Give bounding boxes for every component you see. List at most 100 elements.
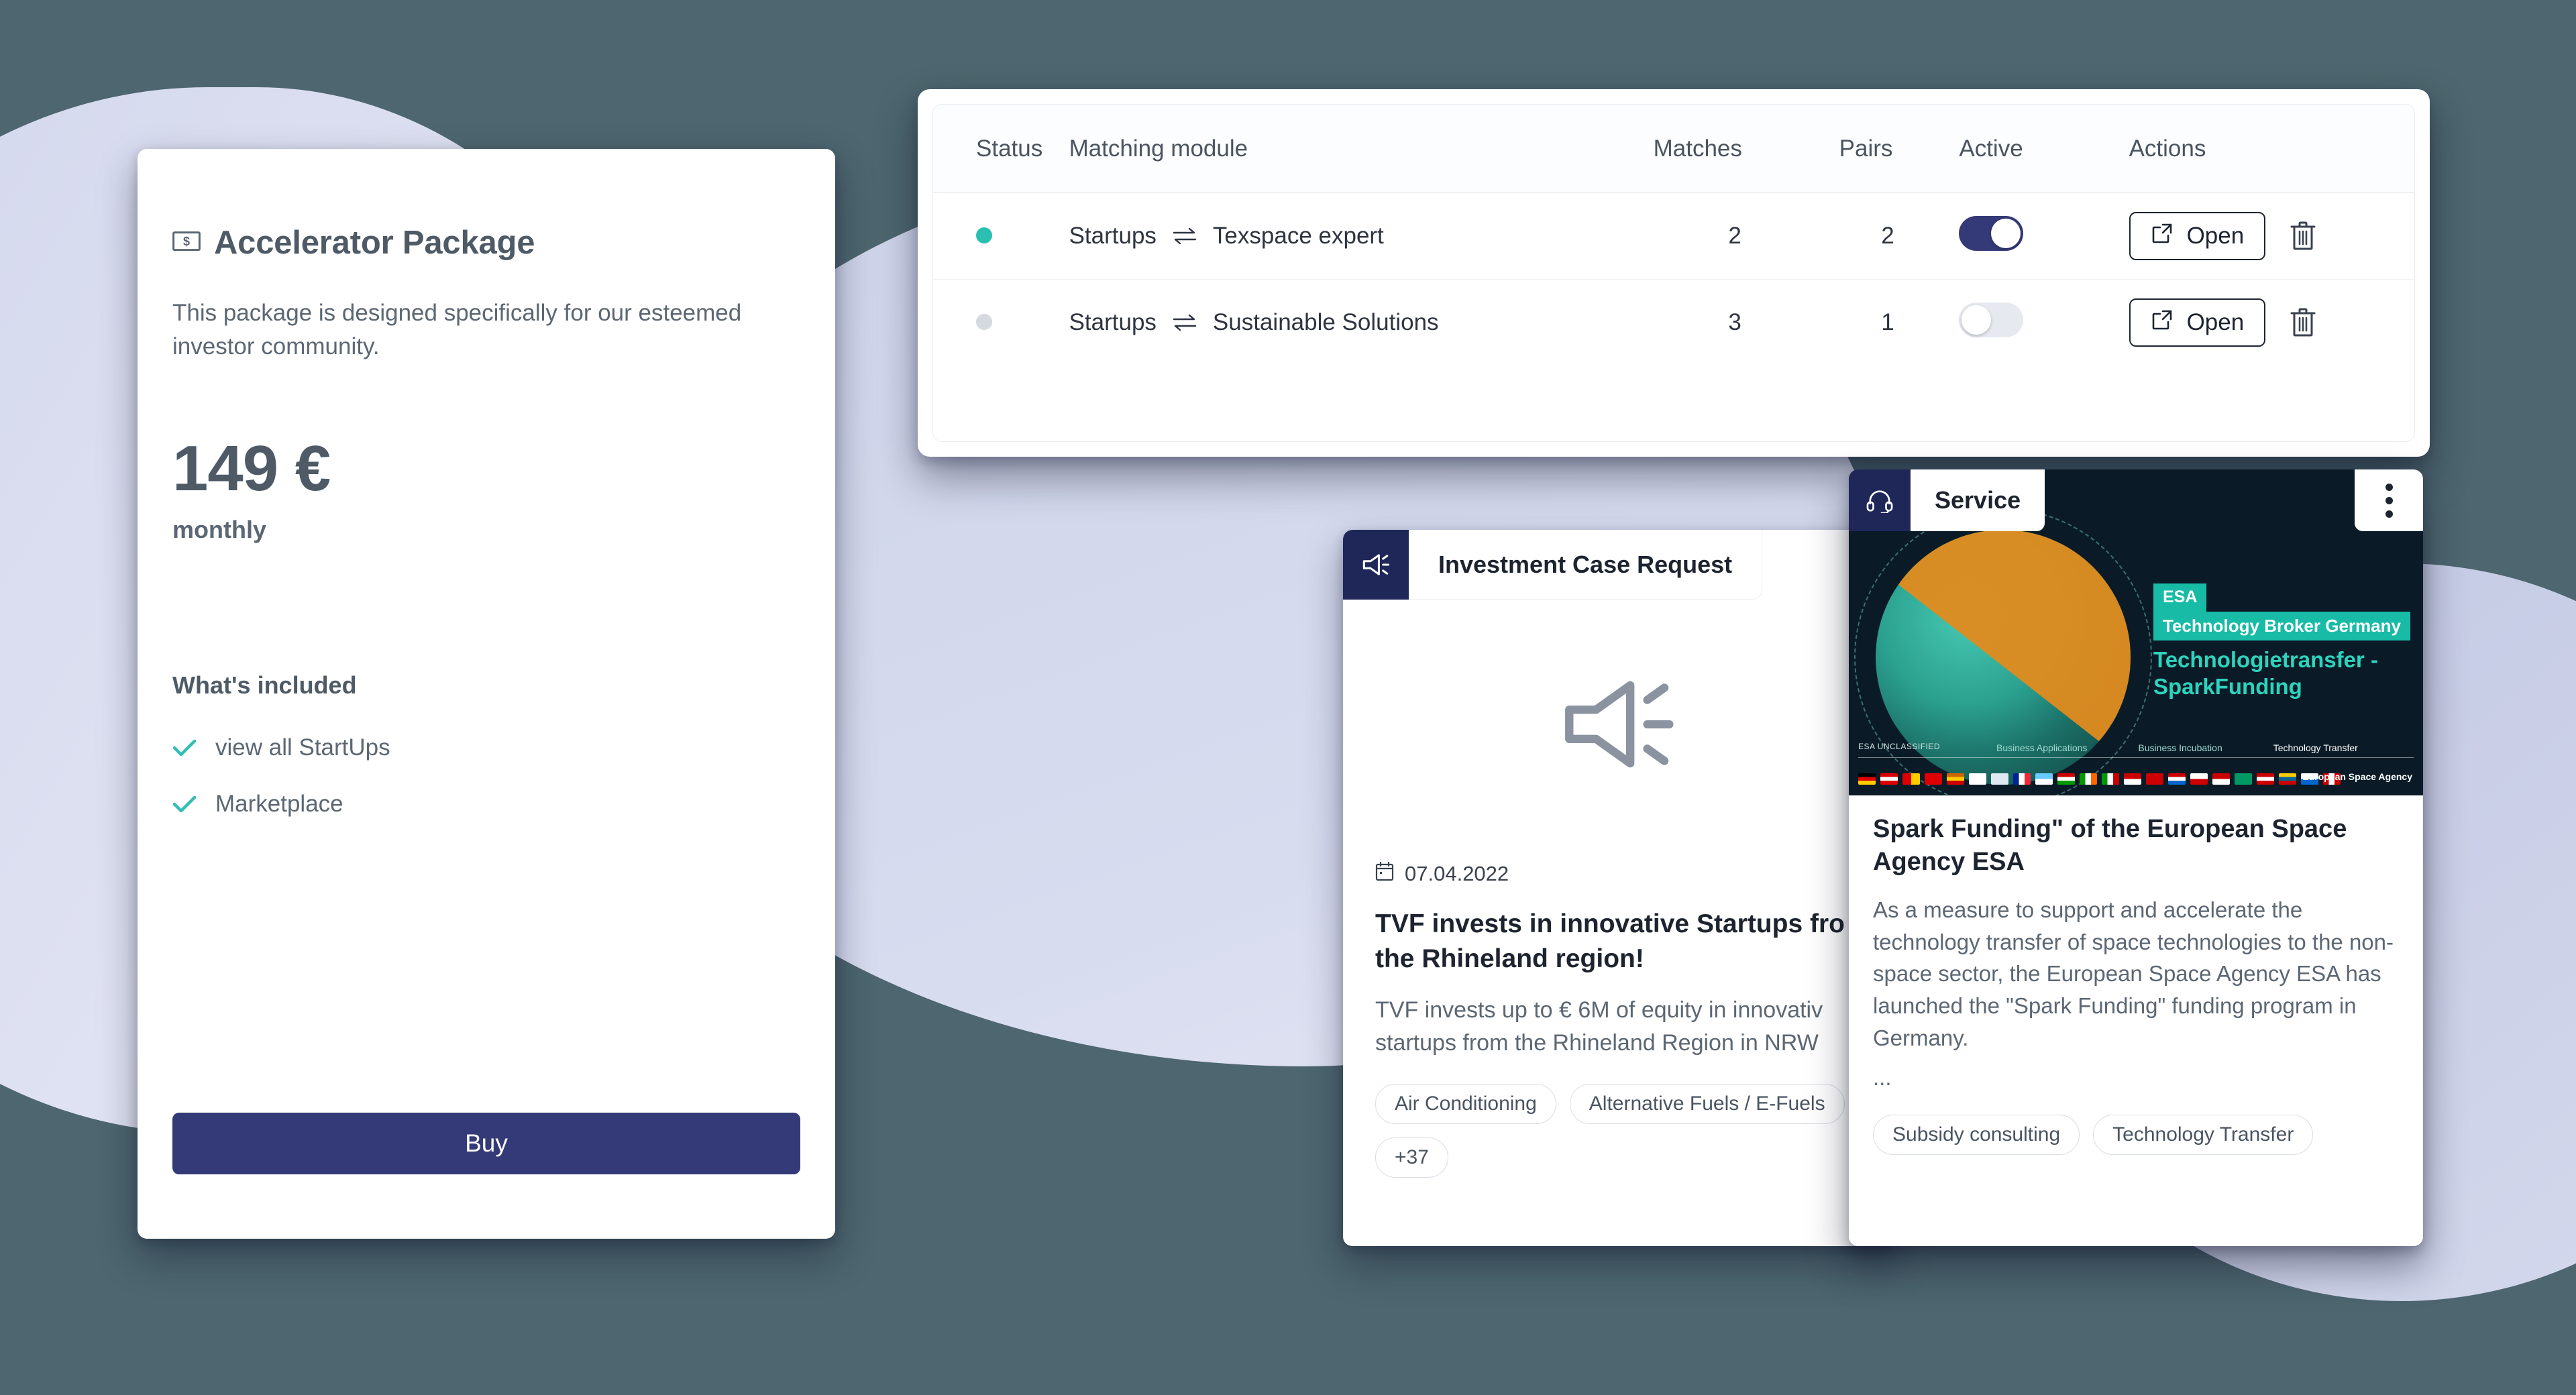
- active-toggle[interactable]: [1959, 215, 2024, 251]
- news-title-line-1: TVF invests in innovative Startups fro: [1375, 909, 1845, 938]
- hero-footer-label: Business Applications: [1996, 742, 2088, 753]
- trash-icon: [2288, 219, 2318, 254]
- feature-list: view all StartUps Marketplace: [172, 734, 800, 818]
- hero-footer-label: Technology Transfer: [2273, 742, 2358, 753]
- svg-text:$: $: [183, 235, 190, 248]
- table-row: Startups Sustainable Solutions 3 1 Open: [933, 280, 2414, 366]
- module-target: Texspace expert: [1212, 223, 1384, 249]
- esa-classification: ESA UNCLASSIFIED: [1858, 742, 1941, 751]
- tag-chip[interactable]: Technology Transfer: [2093, 1115, 2314, 1155]
- flag-icon: [2279, 773, 2296, 785]
- money-note-icon: $: [172, 231, 201, 254]
- list-item: Marketplace: [172, 791, 800, 818]
- check-icon: [172, 795, 197, 814]
- hero-footer-label: Business Incubation: [2138, 742, 2222, 753]
- service-excerpt: As a measure to support and accelerate t…: [1873, 897, 2394, 1051]
- more-vertical-icon[interactable]: [2355, 469, 2423, 531]
- package-price: 149 €: [172, 433, 331, 505]
- tag-chip[interactable]: Subsidy consulting: [1873, 1115, 2080, 1155]
- hero-divider: [1858, 757, 2414, 758]
- active-toggle[interactable]: [1959, 302, 2024, 337]
- megaphone-icon: [1554, 671, 1682, 781]
- news-chip-list: Air Conditioning Alternative Fuels / E-F…: [1375, 1084, 1861, 1178]
- actions-cell: Open: [2129, 280, 2414, 366]
- news-hero: [1343, 600, 1893, 852]
- flag-icon: [1969, 773, 1986, 785]
- check-icon: [172, 738, 197, 757]
- hero-headline-line-2: SparkFunding: [2153, 674, 2302, 700]
- open-button[interactable]: Open: [2129, 212, 2266, 260]
- module-cell: Startups Sustainable Solutions: [1069, 280, 1654, 366]
- news-date: 07.04.2022: [1405, 862, 1509, 885]
- status-cell: [933, 192, 1069, 280]
- package-title-row: $ Accelerator Package: [172, 224, 800, 262]
- investment-case-request-card: Investment Case Request 07.04.2022 TVF i: [1343, 530, 1893, 1246]
- module-source: Startups: [1069, 223, 1157, 249]
- pairs-cell: 1: [1881, 309, 1894, 335]
- flag-icon: [2190, 773, 2208, 785]
- service-hero-image: Service ESA Technology Broker Germany Te…: [1849, 469, 2423, 795]
- flag-strip: [1858, 773, 2341, 785]
- column-header-pairs: Pairs: [1816, 105, 1960, 193]
- column-header-module: Matching module: [1069, 105, 1654, 193]
- tag-chip-more[interactable]: +37: [1375, 1137, 1448, 1178]
- hero-headline: Technologietransfer - SparkFunding: [2153, 647, 2378, 701]
- hero-headline-line-1: Technologietransfer -: [2153, 647, 2378, 672]
- service-ellipsis: ...: [1873, 1065, 1892, 1090]
- flag-icon: [1858, 773, 1876, 785]
- module-source: Startups: [1069, 309, 1157, 335]
- column-header-active: Active: [1959, 105, 2129, 193]
- flag-icon: [2257, 773, 2274, 785]
- included-heading: What's included: [172, 671, 357, 700]
- flag-icon: [1925, 773, 1942, 785]
- news-date-row: 07.04.2022: [1375, 861, 1861, 887]
- megaphone-icon: [1343, 530, 1409, 600]
- matching-module-table: Status Matching module Matches Pairs Act…: [933, 105, 2414, 366]
- news-title: TVF invests in innovative Startups fro t…: [1375, 907, 1861, 976]
- tag-chip[interactable]: Air Conditioning: [1375, 1084, 1556, 1125]
- news-card-badge-label: Investment Case Request: [1409, 530, 1763, 600]
- broker-tag: Technology Broker Germany: [2153, 612, 2410, 640]
- status-badge: [976, 227, 992, 243]
- flag-icon: [1880, 773, 1898, 785]
- flag-icon: [1991, 773, 2008, 785]
- status-cell: [933, 280, 1069, 366]
- matches-cell: 2: [1653, 192, 1817, 280]
- column-header-status: Status: [933, 105, 1069, 193]
- flag-icon: [1947, 773, 1964, 785]
- column-header-actions: Actions: [2129, 105, 2414, 193]
- flag-icon: [2013, 773, 2031, 785]
- column-header-matches: Matches: [1653, 105, 1817, 193]
- matching-module-table-container: Status Matching module Matches Pairs Act…: [932, 104, 2415, 442]
- feature-label: view all StartUps: [215, 734, 390, 761]
- buy-button[interactable]: Buy: [172, 1113, 800, 1174]
- open-button[interactable]: Open: [2129, 298, 2266, 347]
- calendar-icon: [1375, 861, 1394, 887]
- pairs-cell: 2: [1816, 192, 1960, 280]
- delete-button[interactable]: [2286, 303, 2320, 342]
- flag-icon: [2124, 773, 2141, 785]
- headset-icon: [1849, 469, 1911, 531]
- flag-icon: [2102, 773, 2119, 785]
- esa-credit: European Space Agency: [2302, 771, 2412, 782]
- active-cell: [1959, 280, 2129, 366]
- matching-module-panel: Status Matching module Matches Pairs Act…: [918, 89, 2430, 457]
- package-period: monthly: [172, 516, 266, 544]
- package-card: $ Accelerator Package This package is de…: [138, 149, 835, 1239]
- flag-icon: [2080, 773, 2097, 785]
- open-button-label: Open: [2186, 223, 2245, 249]
- hero-footer-labels: Business Applications Business Incubatio…: [1996, 742, 2406, 755]
- table-header-row: Status Matching module Matches Pairs Act…: [933, 105, 2414, 193]
- page-title: Accelerator Package: [214, 225, 535, 261]
- delete-button[interactable]: [2286, 217, 2320, 256]
- tag-chip[interactable]: Alternative Fuels / E-Fuels: [1569, 1084, 1845, 1125]
- flag-icon: [2212, 773, 2230, 785]
- service-title: Spark Funding" of the European Space Age…: [1873, 815, 2347, 877]
- flag-icon: [2146, 773, 2163, 785]
- service-body: Spark Funding" of the European Space Age…: [1849, 795, 2423, 1155]
- flag-icon: [2035, 773, 2053, 785]
- table-row: Startups Texspace expert 2 2 Open: [933, 192, 2414, 280]
- package-description: This package is designed specifically fo…: [172, 300, 742, 359]
- trash-icon: [2288, 305, 2318, 341]
- module-target: Sustainable Solutions: [1212, 309, 1439, 335]
